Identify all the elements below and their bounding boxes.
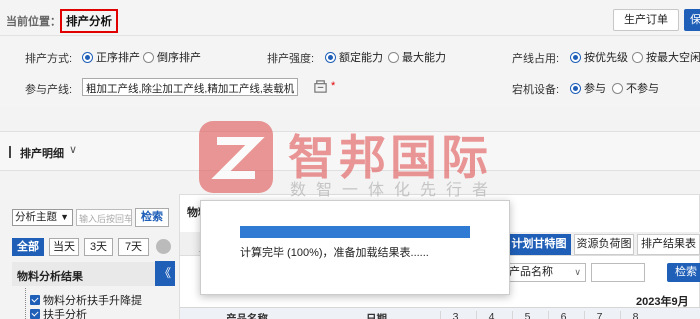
chevron-down-icon: ▼ [60, 212, 69, 222]
chevron-down-icon: ∨ [574, 267, 581, 277]
radio-icon [632, 51, 643, 63]
chevron-down-icon[interactable]: ∨ [69, 143, 77, 156]
filter-panel [0, 37, 700, 107]
production-order-button[interactable]: 生产订单 [613, 9, 679, 31]
day-header: 3 [440, 311, 470, 319]
mode-label: 排产方式: [25, 53, 73, 65]
result-title: 物料分析结果 [17, 271, 83, 283]
progress-fill [240, 226, 470, 238]
tree-connector [25, 288, 26, 319]
range-7day-button[interactable]: 7天 [118, 238, 149, 256]
day-header: 6 [548, 311, 578, 319]
product-select[interactable]: 产品名称 ∨ [504, 263, 586, 282]
theme-select[interactable]: 分析主题 ▼ [12, 209, 73, 226]
tab-gantt[interactable]: 计划甘特图 [507, 234, 571, 255]
spacer [0, 107, 700, 131]
day-header: 5 [512, 311, 542, 319]
lines-input[interactable]: 粗加工产线,除尘加工产线,精加工产线,装载机 [82, 78, 298, 96]
day-header: 7 [584, 311, 614, 319]
radio-selected-icon [570, 51, 581, 63]
location-label: 当前位置： [6, 16, 61, 28]
detail-section-header[interactable]: 排产明细 ∨ [0, 131, 700, 171]
product-input[interactable] [591, 263, 645, 282]
plan-input[interactable]: 输入后按回车 [76, 209, 132, 226]
main-search-button[interactable]: 检索 [667, 263, 700, 282]
downtime-option-exclude[interactable]: 不参与 [612, 80, 659, 96]
left-search-button[interactable]: 检索 [135, 208, 169, 227]
detail-title: 排产明细 [20, 148, 64, 160]
range-all-button[interactable]: 全部 [12, 238, 44, 256]
radio-icon [612, 82, 623, 94]
settings-icon[interactable] [156, 239, 171, 254]
column-header-product: 产品名称 [226, 313, 268, 319]
section-marker [9, 146, 11, 158]
tree-item[interactable]: 扶手分析 [30, 306, 87, 319]
downtime-label: 宕机设备: [512, 84, 560, 96]
required-mark: * [331, 80, 336, 92]
range-today-button[interactable]: 当天 [49, 238, 79, 256]
progress-bar [240, 226, 470, 238]
progress-message: 计算完毕 (100%)，准备加载结果表...... [240, 247, 429, 259]
day-header: 8 [620, 311, 650, 319]
occupancy-option-max-idle[interactable]: 按最大空闲 [632, 49, 700, 65]
mode-option-reverse[interactable]: 倒序排产 [143, 49, 201, 65]
range-3day-button[interactable]: 3天 [84, 238, 113, 256]
picker-icon[interactable] [313, 79, 328, 94]
result-header: 物料分析结果 [12, 262, 174, 286]
strength-option-rated[interactable]: 额定能力 [325, 49, 383, 65]
day-header: 4 [476, 311, 506, 319]
location-value: 排产分析 [60, 9, 118, 33]
checkbox-checked-icon[interactable] [30, 295, 40, 305]
radio-selected-icon [82, 51, 93, 63]
radio-selected-icon [570, 82, 581, 94]
mode-option-forward[interactable]: 正序排产 [82, 49, 140, 65]
strength-label: 排产强度: [267, 53, 315, 65]
top-bar: 当前位置： 排产分析 生产订单 保 [0, 0, 700, 36]
radio-icon [388, 51, 399, 63]
strength-option-max[interactable]: 最大能力 [388, 49, 446, 65]
downtime-option-join[interactable]: 参与 [570, 80, 606, 96]
column-header-date: 日期 [366, 313, 387, 319]
lines-label: 参与产线: [25, 84, 73, 96]
tab-result-table[interactable]: 排产结果表 [637, 234, 700, 255]
radio-icon [143, 51, 154, 63]
checkbox-checked-icon[interactable] [30, 309, 40, 319]
tab-resource-load[interactable]: 资源负荷图 [574, 234, 634, 255]
save-button[interactable]: 保 [684, 9, 700, 31]
radio-selected-icon [325, 51, 336, 63]
occupancy-label: 产线占用: [512, 53, 560, 65]
collapse-button[interactable]: 《 [155, 261, 175, 286]
occupancy-option-priority[interactable]: 按优先级 [570, 49, 628, 65]
